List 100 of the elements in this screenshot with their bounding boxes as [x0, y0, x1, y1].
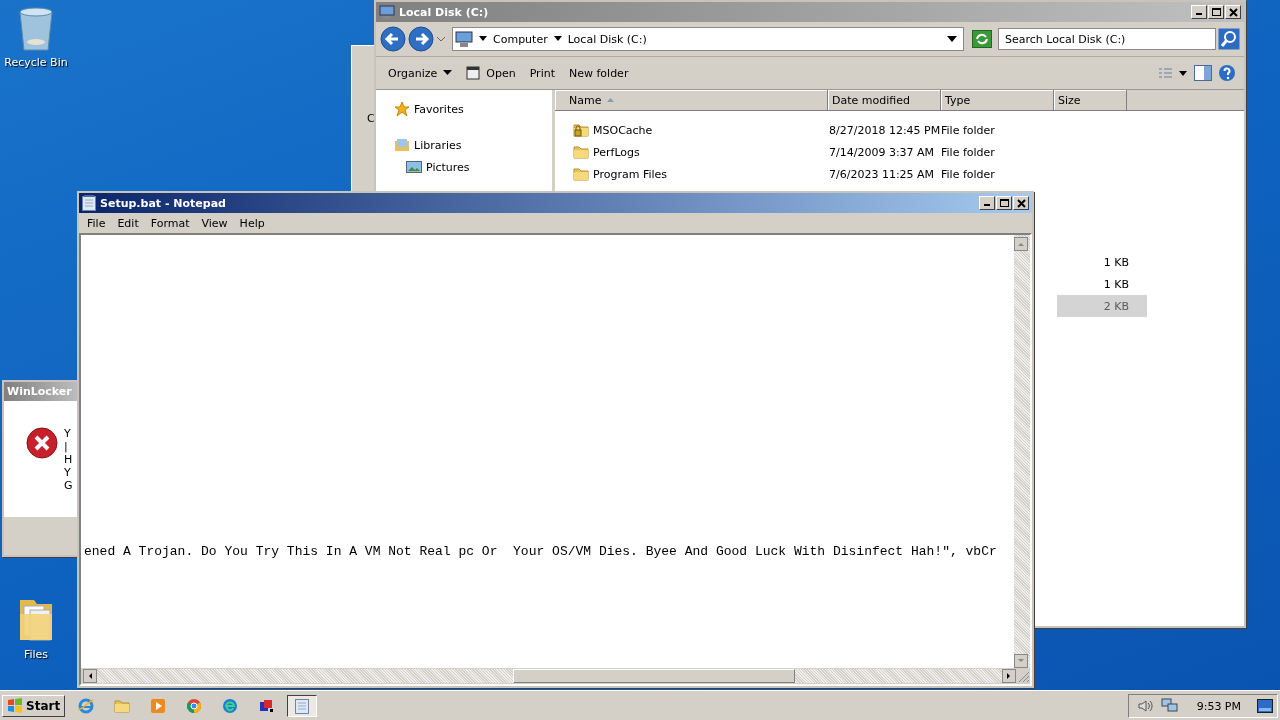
- close-button[interactable]: [1013, 196, 1029, 210]
- star-icon: [394, 101, 410, 117]
- document-text: ened A Trojan. Do You Try This In A VM Not Real pc Or Your OS/VM Dies. Byee And Good Luck With Disinfect Hah!", vbCr: [84, 544, 998, 560]
- menu-item[interactable]: Help: [233, 214, 271, 232]
- navigation-item[interactable]: Pictures: [426, 160, 470, 174]
- file-name: PerfLogs: [593, 145, 640, 159]
- message-text: |: [64, 440, 69, 453]
- file-date: 7/6/2023 11:25 AM: [829, 167, 935, 181]
- scroll-thumb[interactable]: [513, 669, 795, 683]
- locked-folder-icon: [573, 122, 589, 138]
- file-row[interactable]: PerfLogs 7/14/2009 3:37 AM File folder: [555, 141, 1147, 163]
- toolbar-button[interactable]: Organize: [384, 64, 457, 82]
- minimize-icon: [1196, 13, 1202, 15]
- file-size: 1 KB: [1103, 255, 1129, 269]
- notepad-icon: [294, 698, 311, 714]
- maximize-icon: [999, 199, 1009, 207]
- file-date: 8/27/2018 12:45 PM: [829, 123, 941, 137]
- menu-item[interactable]: Edit: [111, 214, 145, 232]
- show-desktop-icon[interactable]: [1257, 699, 1273, 713]
- notepad-icon: [82, 195, 96, 211]
- recycle-bin-icon[interactable]: [16, 6, 56, 52]
- caret-icon: [479, 36, 487, 42]
- windows-logo-icon: [7, 698, 23, 714]
- folder-icon: [573, 144, 589, 160]
- breadcrumb[interactable]: Computer: [493, 32, 548, 46]
- column-header[interactable]: Size: [1054, 90, 1127, 110]
- close-icon: [1016, 198, 1026, 208]
- folder-icon: [573, 166, 589, 182]
- view-options-icon[interactable]: [1158, 67, 1188, 79]
- breadcrumb[interactable]: Local Disk (C:): [567, 32, 647, 46]
- error-icon: [26, 427, 58, 459]
- window-title: WinLocker: [7, 385, 73, 398]
- maximize-button[interactable]: [996, 196, 1012, 210]
- message-text: H: [64, 453, 73, 466]
- window-icon: [466, 66, 481, 80]
- start-button[interactable]: Start: [2, 695, 66, 717]
- pictures-icon: [406, 159, 422, 175]
- preview-pane-icon[interactable]: [1194, 65, 1212, 81]
- dropdown-icon[interactable]: [436, 35, 446, 43]
- clock[interactable]: 9:53 PM: [1196, 699, 1241, 713]
- column-header[interactable]: Date modified: [828, 90, 941, 110]
- caret-icon: [443, 70, 453, 76]
- file-row[interactable]: 2 KB: [1057, 295, 1147, 317]
- browser-icon: [78, 698, 95, 714]
- desktop-icon-label[interactable]: Files: [23, 648, 49, 661]
- computer-icon: [379, 4, 395, 20]
- taskbar-button[interactable]: [287, 695, 318, 717]
- computer-icon: [455, 30, 473, 48]
- scroll-down-icon: [1014, 654, 1028, 668]
- file-type: File folder: [941, 123, 995, 137]
- caret-icon[interactable]: [947, 36, 957, 42]
- refresh-button[interactable]: [972, 30, 992, 48]
- help-icon[interactable]: [1218, 64, 1236, 82]
- scroll-up-icon: [1014, 237, 1028, 251]
- maximize-icon: [1211, 8, 1221, 16]
- file-name: Program Files: [593, 167, 668, 181]
- file-row[interactable]: 1 KB: [1057, 273, 1147, 295]
- file-size: 2 KB: [1103, 299, 1129, 313]
- desktop-icon-label[interactable]: Recycle Bin: [4, 56, 68, 69]
- window-title: Local Disk (C:): [399, 5, 490, 19]
- media-player-icon: [150, 698, 167, 714]
- file-type: File folder: [941, 167, 995, 181]
- message-text: G: [64, 479, 73, 492]
- navigation-item[interactable]: Favorites: [414, 102, 464, 116]
- toolbar-button[interactable]: Open: [462, 64, 520, 82]
- column-header[interactable]: Type: [941, 90, 1054, 110]
- network-icon[interactable]: [1160, 698, 1179, 714]
- library-icon: [394, 137, 410, 153]
- file-row[interactable]: MSOCache 8/27/2018 12:45 PMFile folder: [555, 119, 1147, 141]
- file-row[interactable]: Program Files 7/6/2023 11:25 AM File folder: [555, 163, 1147, 185]
- forward-button[interactable]: [408, 26, 434, 52]
- toolbar-button[interactable]: Print: [525, 64, 559, 82]
- minimize-icon: [984, 204, 990, 206]
- file-type: File folder: [941, 145, 995, 159]
- speaker-icon[interactable]: [1136, 698, 1153, 714]
- file-row[interactable]: 1 KB: [1057, 251, 1147, 273]
- window-title: Setup.bat - Notepad: [100, 196, 227, 210]
- minimize-button[interactable]: [979, 196, 995, 210]
- navigation-item[interactable]: Libraries: [414, 138, 462, 152]
- vertical-scroll-bar[interactable]: [1014, 235, 1030, 668]
- browser-icon: [186, 698, 203, 714]
- column-header[interactable]: Name: [555, 90, 828, 110]
- caret-icon: [553, 36, 562, 42]
- toolbar-button[interactable]: New folder: [565, 64, 633, 82]
- horizontal-scroll-bar[interactable]: [81, 668, 1030, 684]
- message-text: Y: [64, 427, 72, 440]
- menu-item[interactable]: View: [195, 214, 234, 232]
- app-icon: [258, 698, 275, 714]
- close-icon: [1228, 7, 1238, 17]
- window-text: C: [367, 112, 375, 125]
- back-button[interactable]: [380, 26, 406, 52]
- folder-icon: [114, 698, 131, 714]
- menu-item[interactable]: File: [81, 214, 112, 232]
- scroll-left-icon: [83, 669, 97, 683]
- search-field[interactable]: Search Local Disk (C:): [998, 28, 1216, 50]
- address-bar[interactable]: Computer Local Disk (C:): [452, 27, 964, 51]
- menu-item[interactable]: Format: [144, 214, 196, 232]
- scroll-right-icon: [1002, 669, 1016, 683]
- search-icon[interactable]: [1218, 28, 1240, 50]
- file-name: MSOCache: [593, 123, 653, 137]
